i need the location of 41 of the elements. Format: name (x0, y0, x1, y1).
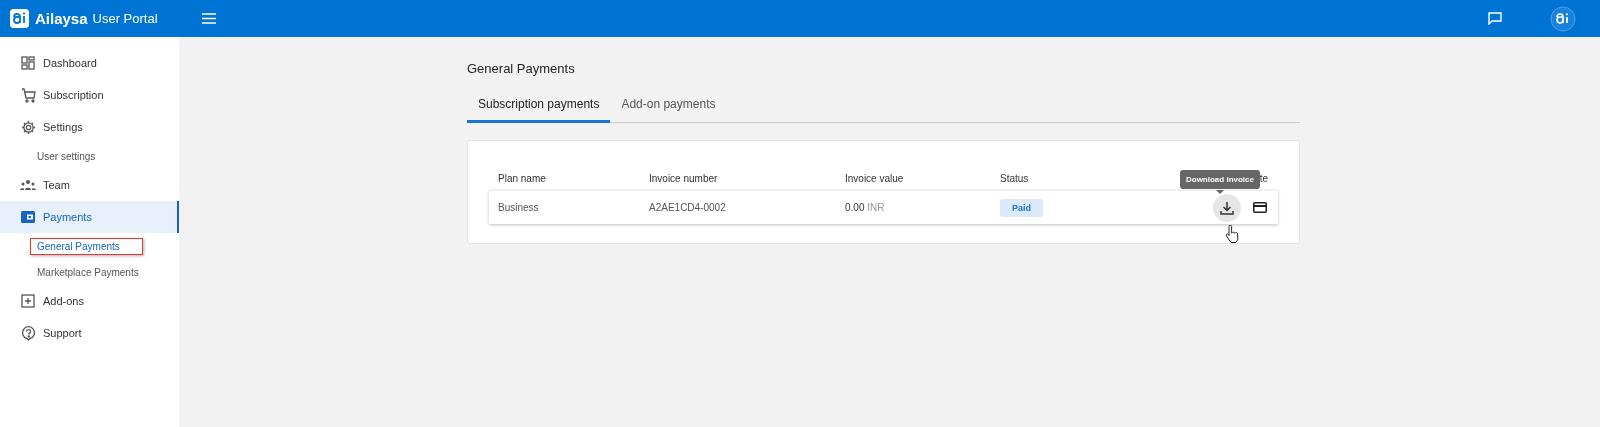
sidebar-item[interactable]: Add-ons (0, 285, 179, 317)
currency-label: INR (867, 202, 885, 213)
sidebar-item[interactable]: Settings (0, 111, 179, 143)
column-header: Invoice value (845, 173, 905, 184)
sidebar-subitem[interactable]: General Payments (30, 237, 143, 255)
tooltip: Download invoice (1180, 170, 1260, 189)
tooltip-pointer-icon (1216, 190, 1224, 194)
download-button[interactable] (1213, 193, 1241, 222)
menu-icon[interactable] (201, 13, 216, 24)
avatar-icon[interactable] (1550, 5, 1576, 32)
dashboard-icon (21, 56, 35, 70)
table-cell-text: A2AE1CD4-0002 (649, 202, 727, 213)
sidebar-item[interactable]: Subscription (0, 79, 179, 111)
team-icon (20, 179, 36, 191)
chat-icon[interactable] (1488, 12, 1502, 25)
sidebar-item[interactable]: Dashboard (0, 47, 179, 79)
download-icon (1220, 200, 1234, 215)
page-title: General Payments (467, 61, 576, 76)
cart-icon (20, 87, 36, 103)
credit-card-icon[interactable] (1253, 202, 1267, 213)
tab[interactable]: Add-on payments (610, 90, 727, 123)
column-header: Plan name (498, 173, 547, 184)
invoice-amount: 0.00 (845, 202, 865, 213)
sidebar-subitem[interactable]: User settings (33, 147, 100, 165)
tab[interactable]: Subscription payments (467, 90, 611, 123)
sidebar-subitem[interactable]: Marketplace Payments (33, 263, 143, 281)
help-icon (20, 325, 36, 341)
status-badge: Paid (1000, 198, 1043, 217)
sidebar-item[interactable]: Support (0, 317, 179, 349)
logo-icon (10, 9, 29, 28)
portal-subtitle: User Portal (92, 11, 158, 26)
column-header: Invoice number (649, 173, 719, 184)
table-cell-text: Business (498, 202, 540, 213)
sidebar-item[interactable]: Team (0, 169, 179, 201)
wallet-icon (21, 210, 35, 224)
column-header: te (1259, 173, 1268, 184)
column-header: Status (1000, 173, 1030, 184)
add-icon (21, 294, 35, 308)
settings-icon (20, 119, 36, 135)
brand-name: Ailaysa (35, 10, 88, 27)
sidebar-item[interactable]: Payments (0, 201, 179, 233)
